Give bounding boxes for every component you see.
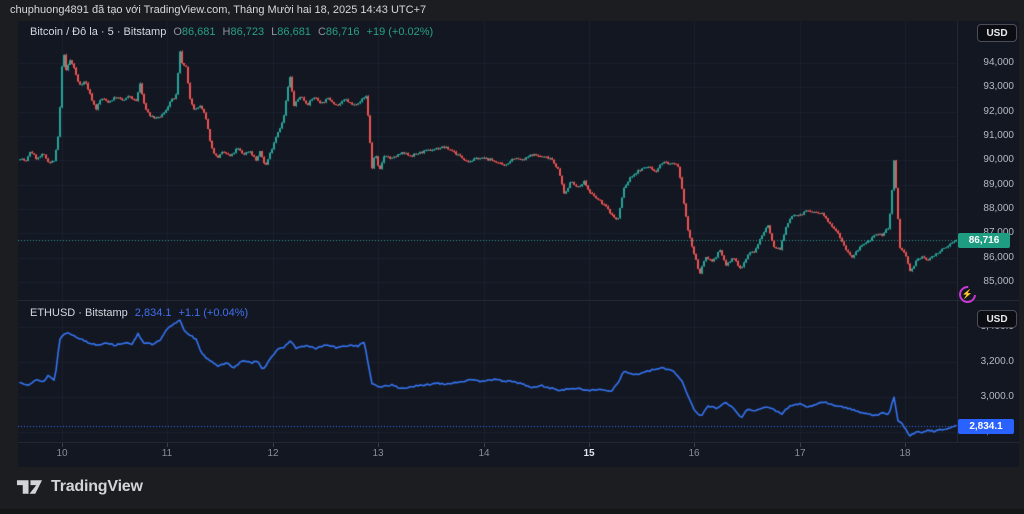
attribution-bar: chuphuong4891 đã tạo với TradingView.com…: [0, 0, 1024, 21]
tradingview-logo-text: TradingView: [51, 478, 143, 496]
btc-last-price-badge: 86,716: [958, 233, 1010, 248]
attribution-text: chuphuong4891 đã tạo với TradingView.com…: [10, 4, 426, 16]
eth-change: +1.1 (+0.04%): [179, 307, 249, 319]
btc-high: H86,723: [223, 26, 265, 38]
btc-open: O86,681: [173, 26, 215, 38]
btc-close: C86,716: [318, 26, 360, 38]
x-tick: [62, 443, 63, 447]
x-tick: [378, 443, 379, 447]
eth-y-tick-label: 3,200.0: [958, 356, 1014, 368]
btc-y-tick-label: 91,000: [958, 130, 1014, 142]
x-tick-label: 15: [573, 448, 605, 459]
pane-divider[interactable]: [18, 300, 1019, 301]
tradingview-logo-icon: [16, 479, 43, 495]
x-tick: [167, 443, 168, 447]
x-tick-label: 10: [46, 448, 78, 459]
btc-y-tick-label: 89,000: [958, 179, 1014, 191]
x-tick: [273, 443, 274, 447]
x-tick-label: 14: [468, 448, 500, 459]
btc-currency-button[interactable]: USD: [977, 24, 1017, 42]
x-tick: [694, 443, 695, 447]
btc-y-tick-label: 93,000: [958, 81, 1014, 93]
eth-last-price-badge: 2,834.1: [958, 419, 1014, 434]
x-tick-label: 18: [889, 448, 921, 459]
x-tick-label: 13: [362, 448, 394, 459]
x-tick-label: 16: [678, 448, 710, 459]
btc-change: +19 (+0.02%): [367, 26, 434, 38]
chart-container: Bitcoin / Đô la · 5 · Bitstamp O86,681 H…: [18, 21, 1019, 467]
btc-symbol-title: Bitcoin / Đô la · 5 · Bitstamp: [30, 26, 166, 38]
eth-currency-button[interactable]: USD: [977, 310, 1017, 328]
x-tick-label: 17: [784, 448, 816, 459]
x-tick: [800, 443, 801, 447]
eth-value: 2,834.1: [135, 307, 172, 319]
x-tick-label: 12: [257, 448, 289, 459]
x-tick: [589, 443, 590, 447]
bottom-band: [0, 509, 1024, 514]
btc-y-tick-label: 94,000: [958, 57, 1014, 69]
tradingview-logo[interactable]: TradingView: [16, 478, 143, 496]
price-chart-canvas[interactable]: [18, 21, 957, 442]
x-tick-label: 11: [151, 448, 183, 459]
eth-legend: ETHUSD · Bitstamp 2,834.1 +1.1 (+0.04%): [30, 307, 248, 319]
btc-y-tick-label: 88,000: [958, 203, 1014, 215]
x-tick: [905, 443, 906, 447]
eth-symbol-title: ETHUSD · Bitstamp: [30, 307, 128, 319]
btc-legend: Bitcoin / Đô la · 5 · Bitstamp O86,681 H…: [30, 26, 433, 38]
x-tick: [484, 443, 485, 447]
btc-low: L86,681: [271, 26, 311, 38]
btc-y-tick-label: 92,000: [958, 106, 1014, 118]
eth-y-tick-label: 3,000.0: [958, 391, 1014, 403]
btc-y-tick-label: 90,000: [958, 154, 1014, 166]
time-axis-divider: [18, 442, 1019, 443]
btc-y-tick-label: 86,000: [958, 252, 1014, 264]
